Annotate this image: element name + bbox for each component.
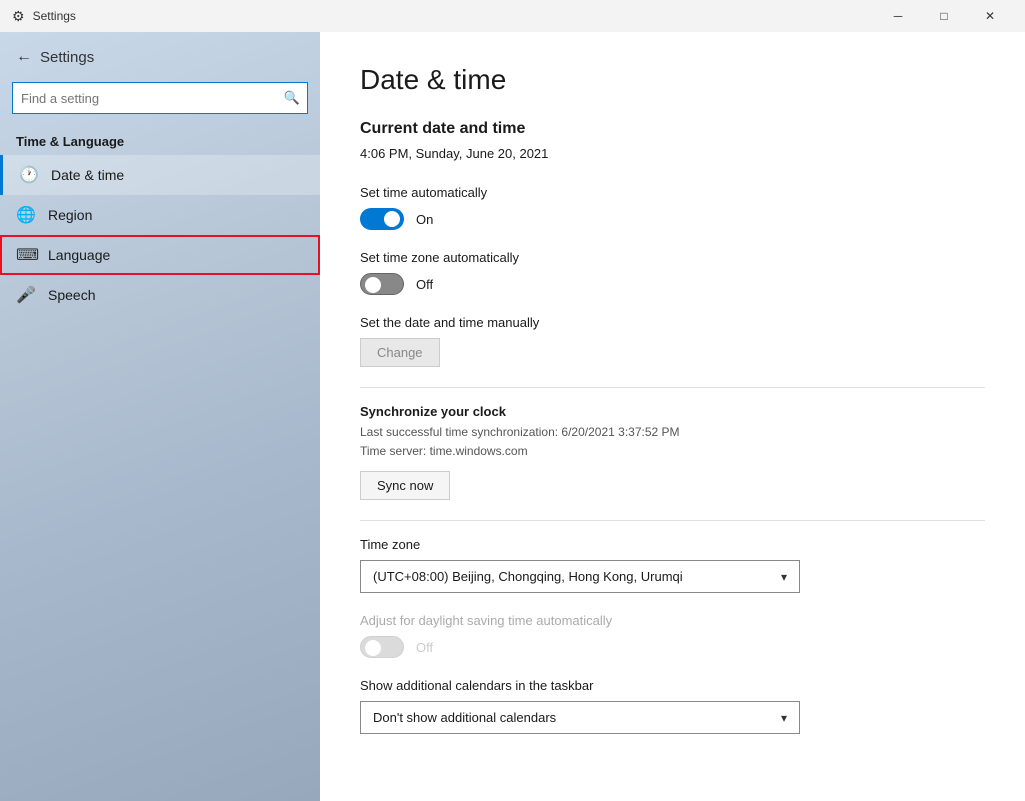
set-time-auto-toggle-row: On [360,208,985,230]
timezone-row: Time zone (UTC+08:00) Beijing, Chongqing… [360,537,985,593]
toggle-thumb-tz [365,277,381,293]
sidebar-app-title: Settings [40,49,94,66]
search-input[interactable] [12,82,308,114]
close-button[interactable]: ✕ [967,0,1013,32]
search-container: 🔍 [12,82,308,114]
daylight-toggle-row: Off [360,636,985,658]
sidebar-item-label-language: Language [48,247,110,263]
search-icon: 🔍 [284,90,300,106]
daylight-status: Off [416,640,433,655]
speech-icon: 🎤 [16,285,36,305]
sidebar-item-label-speech: Speech [48,287,95,303]
set-timezone-auto-status: Off [416,277,433,292]
sync-now-button[interactable]: Sync now [360,471,450,500]
language-icon: ⌨ [16,245,36,265]
sidebar-section-label: Time & Language [0,122,320,155]
set-timezone-auto-row: Set time zone automatically Off [360,250,985,295]
additional-calendars-row: Show additional calendars in the taskbar… [360,678,985,734]
sync-clock-row: Synchronize your clock Last successful t… [360,404,985,500]
content-area: Date & time Current date and time 4:06 P… [320,32,1025,801]
back-button[interactable]: ← Settings [0,40,320,74]
divider-1 [360,387,985,388]
sync-last-sync: Last successful time synchronization: 6/… [360,423,985,442]
sync-clock-title: Synchronize your clock [360,404,985,419]
sync-server: Time server: time.windows.com [360,442,985,461]
page-title: Date & time [360,64,985,96]
change-button: Change [360,338,440,367]
chevron-down-icon: ▾ [781,570,787,584]
daylight-label: Adjust for daylight saving time automati… [360,613,985,628]
daylight-row: Adjust for daylight saving time automati… [360,613,985,658]
minimize-button[interactable]: ─ [875,0,921,32]
set-time-auto-toggle[interactable] [360,208,404,230]
additional-calendars-dropdown[interactable]: Don't show additional calendars ▾ [360,701,800,734]
settings-icon: ⚙ [12,8,25,25]
sync-info-1: Last successful time synchronization: 6/… [360,423,985,461]
additional-calendars-label: Show additional calendars in the taskbar [360,678,985,693]
set-timezone-auto-toggle-row: Off [360,273,985,295]
set-manual-row: Set the date and time manually Change [360,315,985,367]
sidebar-item-speech[interactable]: 🎤 Speech [0,275,320,315]
toggle-thumb [384,211,400,227]
timezone-dropdown[interactable]: (UTC+08:00) Beijing, Chongqing, Hong Kon… [360,560,800,593]
sidebar-item-label-region: Region [48,207,92,223]
additional-calendars-value: Don't show additional calendars [373,710,556,725]
maximize-button[interactable]: □ [921,0,967,32]
timezone-value: (UTC+08:00) Beijing, Chongqing, Hong Kon… [373,569,683,584]
set-timezone-auto-label: Set time zone automatically [360,250,985,265]
back-arrow-icon: ← [16,48,32,66]
app-body: ← Settings 🔍 Time & Language 🕐 Date & ti… [0,32,1025,801]
set-timezone-auto-toggle[interactable] [360,273,404,295]
sidebar-item-region[interactable]: 🌐 Region [0,195,320,235]
globe-icon: 🌐 [16,205,36,225]
title-bar-title: Settings [33,9,875,23]
divider-2 [360,520,985,521]
sidebar: ← Settings 🔍 Time & Language 🕐 Date & ti… [0,32,320,801]
set-time-auto-label: Set time automatically [360,185,985,200]
clock-icon: 🕐 [19,165,39,185]
set-time-auto-row: Set time automatically On [360,185,985,230]
current-date-title: Current date and time [360,120,985,138]
daylight-toggle-thumb [365,640,381,656]
calendars-chevron-down-icon: ▾ [781,711,787,725]
set-manual-label: Set the date and time manually [360,315,985,330]
timezone-label: Time zone [360,537,985,552]
window-controls: ─ □ ✕ [875,0,1013,32]
title-bar: ⚙ Settings ─ □ ✕ [0,0,1025,32]
daylight-toggle[interactable] [360,636,404,658]
set-time-auto-status: On [416,212,433,227]
sidebar-item-language[interactable]: ⌨ Language [0,235,320,275]
current-time-value: 4:06 PM, Sunday, June 20, 2021 [360,146,985,161]
sidebar-item-label-date-time: Date & time [51,167,124,183]
sidebar-item-date-time[interactable]: 🕐 Date & time [0,155,320,195]
